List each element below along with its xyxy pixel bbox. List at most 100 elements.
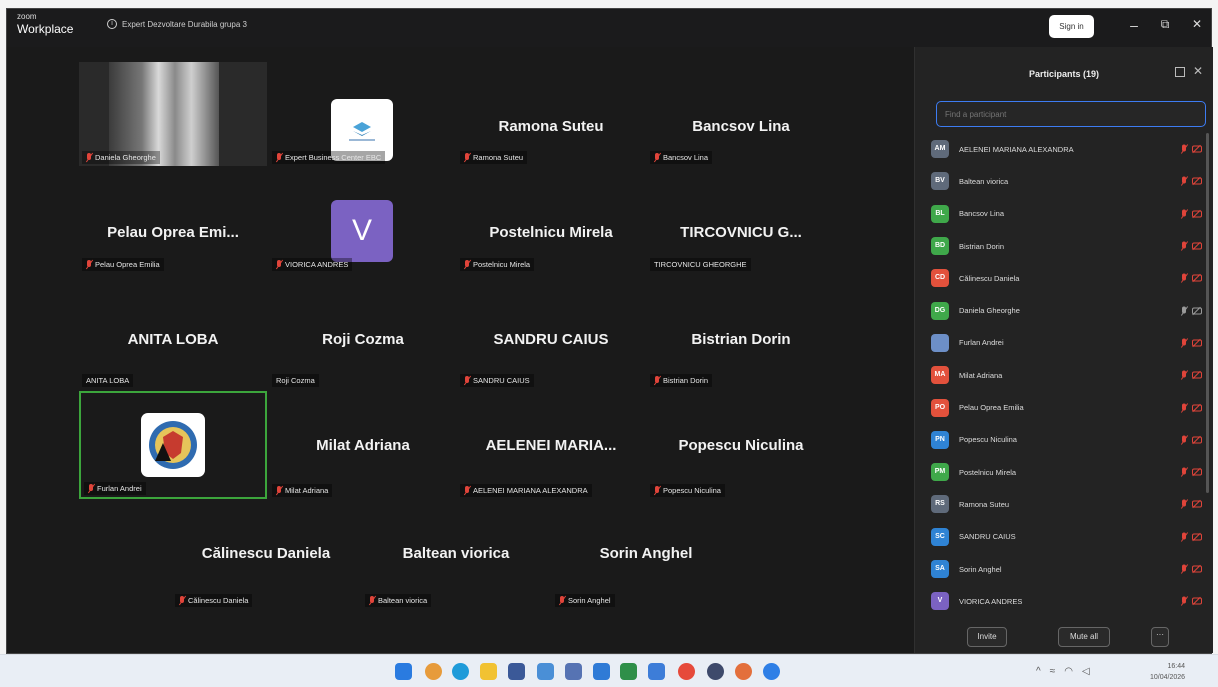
- participant-list-scrollbar[interactable]: [1206, 133, 1209, 493]
- video-tile[interactable]: Milat Adriana Milat Adriana: [269, 391, 457, 497]
- avatar: RS: [931, 495, 949, 514]
- chrome-icon[interactable]: [678, 663, 695, 680]
- video-tile[interactable]: ANITA LOBA ANITA LOBA: [79, 283, 267, 387]
- mic-muted-icon: [1181, 596, 1187, 606]
- participant-label: VIORICA ANDRES: [272, 258, 353, 271]
- participant-row[interactable]: SA Sorin Anghel: [931, 553, 1206, 585]
- video-tile[interactable]: Postelnicu Mirela Postelnicu Mirela: [457, 169, 645, 273]
- video-off-icon: [1192, 210, 1202, 218]
- chevron-up-icon[interactable]: ^: [1036, 666, 1041, 677]
- app-icon[interactable]: [707, 663, 724, 680]
- edge-icon[interactable]: [452, 663, 469, 680]
- video-tile[interactable]: TIRCOVNICU G... TIRCOVNICU GHEORGHE: [647, 169, 835, 273]
- participant-status: [1181, 467, 1202, 477]
- more-options-button[interactable]: ···: [1151, 627, 1169, 647]
- popout-icon[interactable]: [1175, 67, 1185, 77]
- participant-status: [1181, 144, 1202, 154]
- video-tile[interactable]: Ramona Suteu Ramona Suteu: [457, 62, 645, 166]
- avatar: V: [931, 592, 949, 611]
- time: 16:44: [1167, 663, 1186, 670]
- volume-icon[interactable]: ◁: [1082, 666, 1090, 677]
- video-tile[interactable]: Călinescu Daniela Călinescu Daniela: [172, 499, 360, 607]
- zoom-taskbar-icon[interactable]: [763, 663, 780, 680]
- mic-muted-icon: [1181, 564, 1187, 574]
- video-tile-active-speaker[interactable]: Furlan Andrei: [79, 391, 267, 499]
- participant-row[interactable]: PN Popescu Niculina: [931, 424, 1206, 456]
- participant-label: Bancsov Lina: [650, 151, 713, 164]
- app-icon[interactable]: [537, 663, 554, 680]
- invite-button[interactable]: Invite: [967, 627, 1007, 647]
- start-icon[interactable]: [395, 663, 412, 680]
- participant-label: Călinescu Daniela: [175, 594, 253, 607]
- mute-all-button[interactable]: Mute all: [1058, 627, 1110, 647]
- video-tile[interactable]: Bancsov Lina Bancsov Lina: [647, 62, 835, 166]
- video-off-icon: [1192, 339, 1202, 347]
- participant-status: [1181, 273, 1202, 283]
- participant-row[interactable]: BV Baltean viorica: [931, 165, 1206, 197]
- participant-row[interactable]: BL Bancsov Lina: [931, 198, 1206, 230]
- mic-muted-icon: [654, 153, 660, 162]
- video-tile[interactable]: Roji Cozma Roji Cozma: [269, 283, 457, 387]
- excel-icon[interactable]: [620, 663, 637, 680]
- participant-row[interactable]: Furlan Andrei: [931, 327, 1206, 359]
- participant-label: AELENEI MARIANA ALEXANDRA: [460, 484, 592, 497]
- video-tile[interactable]: Bistrian Dorin Bistrian Dorin: [647, 283, 835, 387]
- video-tile[interactable]: V VIORICA ANDRES: [269, 169, 457, 273]
- mic-muted-icon: [179, 596, 185, 605]
- video-tile[interactable]: Popescu Niculina Popescu Niculina: [647, 391, 835, 497]
- mic-muted-icon: [1181, 144, 1187, 154]
- meeting-info[interactable]: i Expert Dezvoltare Durabila grupa 3: [107, 19, 247, 29]
- word-icon[interactable]: [648, 663, 665, 680]
- participant-row[interactable]: BD Bistrian Dorin: [931, 230, 1206, 262]
- video-off-icon: [1192, 597, 1202, 605]
- participant-row[interactable]: CD Călinescu Daniela: [931, 262, 1206, 294]
- file-explorer-icon[interactable]: [480, 663, 497, 680]
- participant-row[interactable]: RS Ramona Suteu: [931, 488, 1206, 520]
- wifi-icon[interactable]: ◠: [1064, 666, 1073, 677]
- participant-label: Baltean viorica: [365, 594, 432, 607]
- info-icon[interactable]: i: [107, 19, 117, 29]
- video-tile[interactable]: Daniela Gheorghe: [79, 62, 267, 166]
- sign-in-button[interactable]: Sign in: [1049, 15, 1094, 38]
- system-tray[interactable]: ^ ≈ ◠ ◁: [1036, 666, 1090, 677]
- participant-name: Pelau Oprea Emi...: [107, 224, 239, 241]
- outlook-icon[interactable]: [593, 663, 610, 680]
- participant-name: Roji Cozma: [322, 331, 404, 348]
- logo-bottom-text: Workplace: [17, 22, 74, 36]
- video-tile[interactable]: Pelau Oprea Emi... Pelau Oprea Emilia: [79, 169, 267, 273]
- minimize-button[interactable]: –: [1124, 17, 1144, 33]
- mic-muted-icon: [1181, 467, 1187, 477]
- participant-row[interactable]: PO Pelau Oprea Emilia: [931, 391, 1206, 423]
- participant-row[interactable]: AM AELENEI MARIANA ALEXANDRA: [931, 133, 1206, 165]
- video-tile[interactable]: Sorin Anghel Sorin Anghel: [552, 499, 740, 607]
- mic-muted-icon: [1181, 499, 1187, 509]
- app-icon[interactable]: [425, 663, 442, 680]
- participant-status: [1181, 532, 1202, 541]
- network-icon[interactable]: ≈: [1050, 666, 1056, 677]
- participant-search-input[interactable]: [936, 101, 1206, 127]
- app-icon[interactable]: [508, 663, 525, 680]
- app-icon[interactable]: [735, 663, 752, 680]
- clock[interactable]: 16:44 10/04/2026: [1150, 661, 1185, 683]
- participant-row[interactable]: PM Postelnicu Mirela: [931, 456, 1206, 488]
- participant-label: Furlan Andrei: [84, 482, 146, 495]
- mic-muted-icon: [464, 153, 470, 162]
- participant-name: Călinescu Daniela: [201, 545, 331, 562]
- close-panel-icon[interactable]: ✕: [1193, 64, 1203, 78]
- avatar: AM: [931, 140, 949, 159]
- participant-row[interactable]: MA Milat Adriana: [931, 359, 1206, 391]
- video-tile[interactable]: SANDRU CAIUS SANDRU CAIUS: [457, 283, 645, 387]
- mic-muted-icon: [276, 153, 282, 162]
- participant-row[interactable]: DG Daniela Gheorghe: [931, 294, 1206, 326]
- close-window-button[interactable]: ✕: [1187, 17, 1207, 31]
- video-tile[interactable]: Expert Business Center EBC: [269, 62, 457, 166]
- video-tile[interactable]: Baltean viorica Baltean viorica: [362, 499, 550, 607]
- participant-row[interactable]: SC SANDRU CAIUS: [931, 521, 1206, 553]
- maximize-button[interactable]: ⧉: [1155, 17, 1175, 32]
- participant-row[interactable]: V VIORICA ANDRES: [931, 585, 1206, 617]
- video-off-icon: [1192, 565, 1202, 573]
- mic-muted-icon: [654, 376, 660, 385]
- app-icon[interactable]: [565, 663, 582, 680]
- video-tile[interactable]: AELENEI MARIA... AELENEI MARIANA ALEXAND…: [457, 391, 645, 497]
- mic-muted-icon: [464, 486, 470, 495]
